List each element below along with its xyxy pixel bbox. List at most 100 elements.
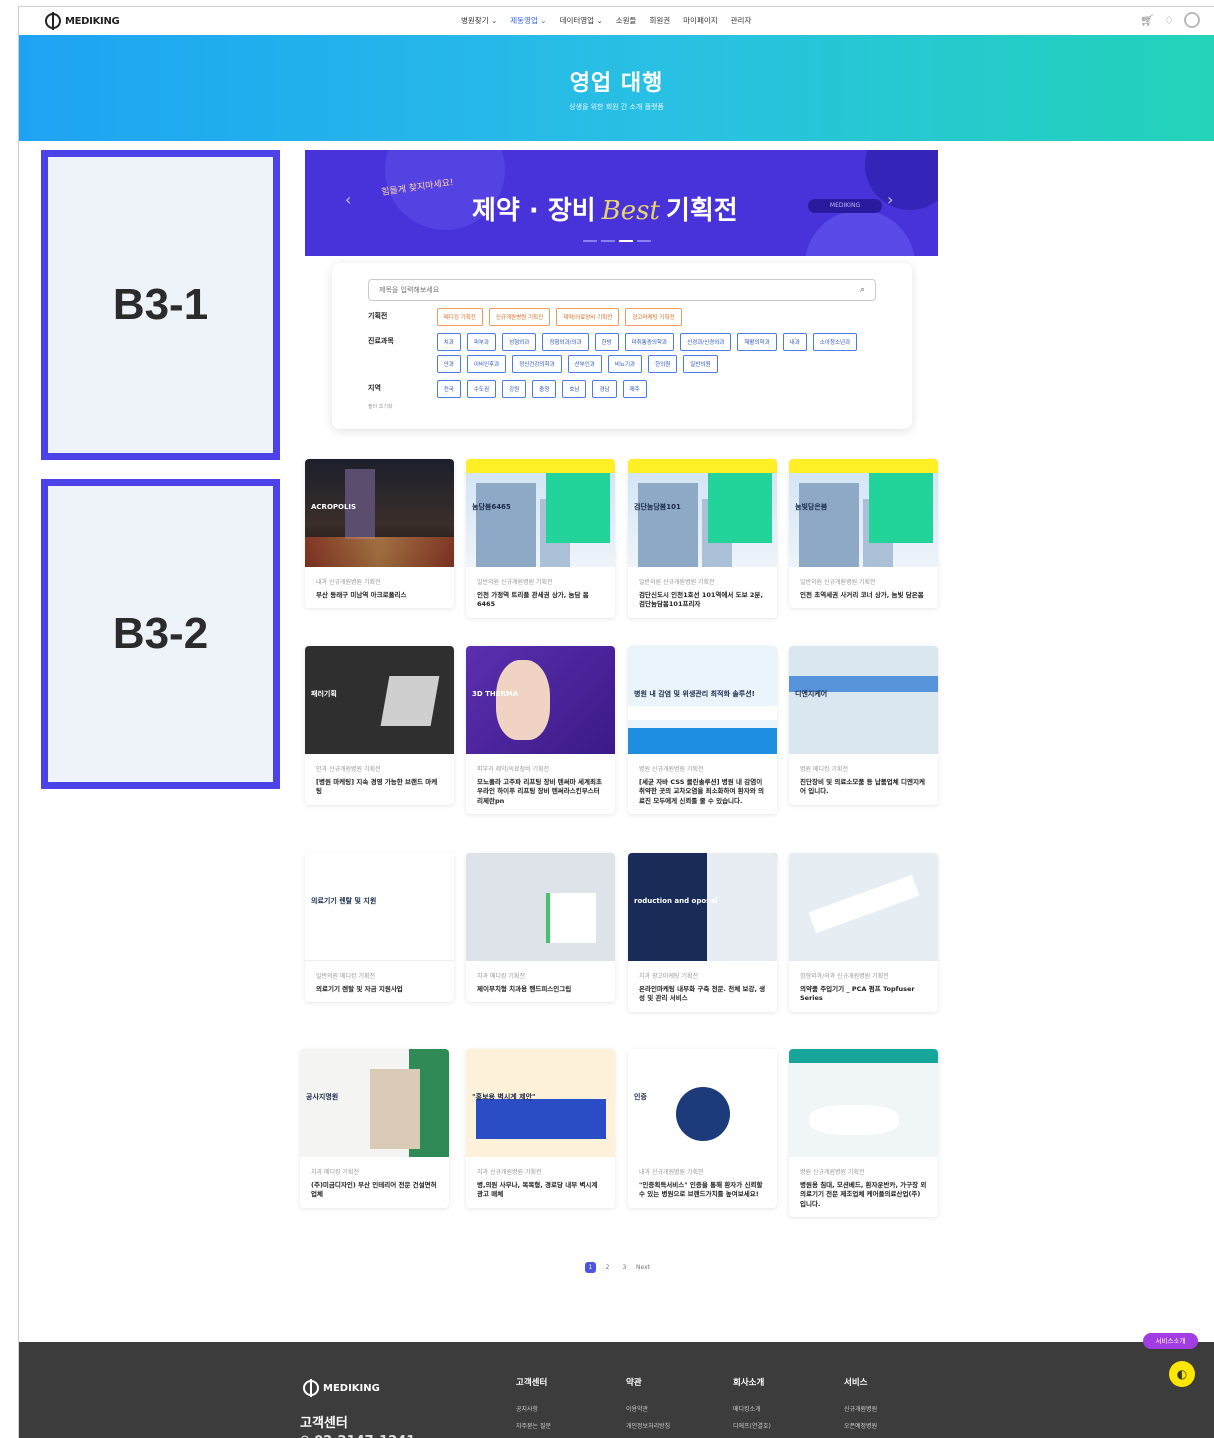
carousel-dots[interactable] bbox=[583, 240, 651, 242]
filter-chip[interactable]: 충청 bbox=[532, 380, 557, 398]
listing-card[interactable]: 정형외과/의과 신규개원병원 기획전 의약품 주입기기 _ PCA 펌프 Topf… bbox=[789, 853, 938, 1012]
filter-chip[interactable]: 재활의학과 bbox=[737, 333, 777, 351]
footer-link[interactable]: 메디킹소개 bbox=[733, 1404, 771, 1413]
footer-column-title: 회사소개 bbox=[733, 1378, 765, 1388]
chat-icon[interactable]: ◐ bbox=[1169, 1361, 1195, 1387]
listing-card[interactable]: "홍보용 벽시계 제안" 치과 신규개원병원 기획전 병,의원 사무나, 복목형, … bbox=[466, 1049, 615, 1208]
listing-card[interactable]: 공사지명원 치과 메디킹 기획전 (주)미금디자인) 부산 인테리어 전문 건설면허… bbox=[300, 1049, 449, 1208]
listing-card[interactable]: roduction and oposal 치과 광고마케팅 기획전 온라인마케팅 내… bbox=[628, 853, 777, 1012]
filter-chip[interactable]: 메디킹 기획전 bbox=[436, 308, 483, 326]
footer-link[interactable]: 이용약관 bbox=[626, 1404, 670, 1413]
listing-card[interactable]: 병원 내 감염 및 위생관리 최적화 솔루션! 병원 신규개원병원 기획전 [세균 … bbox=[628, 646, 777, 815]
listing-card[interactable]: 패러기획 안과 신규개원병원 기획전 [병원 마케팅] 지속 경영 가능한 브랜드 … bbox=[305, 646, 454, 805]
main-menu: 병원찾기 ⌄ 제동영업 ⌄ 데이터영업 ⌄ 소원들 회원권 마이페이지 관리자 bbox=[461, 15, 751, 26]
card-thumbnail: 공사지명원 bbox=[300, 1049, 449, 1157]
card-title: 병,의원 사무나, 복목형, 경로당 내부 벽시계 광고 매체 bbox=[477, 1181, 598, 1199]
filter-chip[interactable]: 강원 bbox=[502, 380, 527, 398]
filter-chip[interactable]: 이비인후과 bbox=[466, 355, 507, 373]
nav-item-3[interactable]: 소원들 bbox=[616, 15, 637, 26]
listing-card[interactable]: 검단눔담봄101 일반의원 신규개원병원 기획전 검단신도시 인천1호선 101역에… bbox=[628, 459, 777, 618]
filter-chip[interactable]: 비뇨기과 bbox=[607, 355, 643, 373]
card-title: 인천 가정역 트리플 관세권 상가, 눔담 봄6465 bbox=[477, 591, 589, 609]
user-icon[interactable] bbox=[1184, 12, 1200, 28]
nav-item-6[interactable]: 관리자 bbox=[731, 15, 752, 26]
logo-icon bbox=[303, 1379, 319, 1397]
card-category: 치과 메디킹 기획전 bbox=[477, 973, 525, 980]
footer-link[interactable]: 개인정보처리방침 bbox=[626, 1421, 670, 1430]
filter-chip[interactable]: 치과 bbox=[436, 333, 461, 351]
filter-chip[interactable]: 신규개원병원 기획전 bbox=[488, 308, 551, 326]
filter-chip[interactable]: 정형외과/의과 bbox=[542, 333, 589, 351]
footer-cs-title: 고객센터 bbox=[300, 1416, 348, 1431]
footer-link[interactable]: 오픈예정병원 bbox=[844, 1421, 877, 1430]
filter-chip[interactable]: 제약/의료장비 기획전 bbox=[556, 308, 620, 326]
logo-icon bbox=[45, 12, 61, 30]
filter-chip[interactable]: 내과 bbox=[782, 333, 807, 351]
cart-icon[interactable]: 🛒︎ bbox=[1140, 14, 1154, 27]
card-category: 일반의원 신규개원병원 기획전 bbox=[639, 579, 715, 586]
service-intro-badge[interactable]: 서비스소개 bbox=[1143, 1333, 1198, 1349]
card-title: [세균 자바 CSS 클린솔루션] 병원 내 감염이 취약한 곳의 교차오염을 … bbox=[639, 778, 764, 805]
listing-card[interactable]: 3D THERMA 피부과 제약/의료장비 기획전 모노폴라 고주파 리프팅 장비 … bbox=[466, 646, 615, 815]
listing-card[interactable]: 인증 내과 신규개원병원 기획전 "인증획득서비스" 인증을 통해 환자가 신뢰할수… bbox=[628, 1049, 777, 1208]
filter-row: 진료과목 치과 피부과 성형외과 정형외과/의과 한방 마취통증의학과 신경과/신경외과 재활의… bbox=[368, 333, 876, 373]
promo-carousel[interactable]: ‹ › 힘들게 찾지마세요! 제약 · 장비 Best 기획전 MEDIKING bbox=[305, 150, 938, 256]
carousel-prev-icon[interactable]: ‹ bbox=[345, 190, 351, 209]
filter-chip[interactable]: 소아청소년과 bbox=[812, 333, 858, 351]
footer-column-title: 약관 bbox=[626, 1378, 642, 1388]
pagination: 1 2 3 Next bbox=[585, 1262, 650, 1273]
logo-text: MEDIKING bbox=[65, 15, 120, 27]
search-box[interactable]: ⌕ bbox=[368, 279, 876, 301]
footer-link[interactable]: 디에프(연결호) bbox=[733, 1421, 771, 1430]
search-icon[interactable]: ⌕ bbox=[860, 285, 865, 295]
page-button[interactable]: 2 bbox=[602, 1262, 613, 1273]
search-input[interactable] bbox=[379, 286, 860, 294]
filter-chip[interactable]: 피부과 bbox=[466, 333, 497, 351]
listing-card[interactable]: 디엔지케어 병원 메디킹 기획전 진단장비 및 의료소모품 등 납품업체 디엔지케어… bbox=[789, 646, 938, 805]
filter-chip[interactable]: 수도권 bbox=[466, 380, 497, 398]
filter-chip[interactable]: 한방 bbox=[594, 333, 619, 351]
filter-chip[interactable]: 호남 bbox=[562, 380, 587, 398]
card-thumbnail: 3D THERMA bbox=[466, 646, 615, 754]
nav-icons: 🛒︎ ♢ bbox=[1140, 12, 1200, 28]
filter-chip[interactable]: 신경과/신경외과 bbox=[680, 333, 732, 351]
nav-item-5[interactable]: 마이페이지 bbox=[683, 15, 718, 26]
site-logo[interactable]: MEDIKING bbox=[45, 12, 120, 30]
listing-card[interactable]: 치과 메디킹 기획전 제이부치형 치과용 핸드피스인그립 bbox=[466, 853, 615, 1003]
page-button[interactable]: 1 bbox=[585, 1262, 596, 1273]
filter-chip[interactable]: 성형외과 bbox=[502, 333, 537, 351]
filter-chip[interactable]: 광고마케팅 기획전 bbox=[625, 308, 682, 326]
card-title: 의료기기 렌탈 및 자금 지원사업 bbox=[316, 985, 403, 993]
nav-item-2[interactable]: 데이터영업 ⌄ bbox=[560, 15, 603, 26]
filter-chip[interactable]: 전국 bbox=[436, 380, 461, 398]
listing-card[interactable]: 눔담봄6465 일반의원 신규개원병원 기획전 인천 가정역 트리플 관세권 상가,… bbox=[466, 459, 615, 618]
filter-chip[interactable]: 안과 bbox=[436, 355, 461, 373]
listing-card[interactable]: 병원 신규개원병원 기획전 병원용 침대, 모션베드, 환자운반카, 가구장 외 … bbox=[789, 1049, 938, 1218]
nav-item-1[interactable]: 제동영업 ⌄ bbox=[510, 15, 546, 26]
reset-filter-link[interactable]: 필터 초기화 bbox=[368, 403, 876, 410]
carousel-next-icon[interactable]: › bbox=[887, 190, 893, 209]
card-thumbnail: 디엔지케어 bbox=[789, 646, 938, 754]
filter-chip[interactable]: 경남 bbox=[592, 380, 617, 398]
nav-item-4[interactable]: 회원권 bbox=[649, 15, 670, 26]
listing-card[interactable]: 의료기기 렌탈 및 지원 일반의원 메디킹 기획전 의료기기 렌탈 및 자금 지원사… bbox=[305, 853, 454, 1003]
nav-item-0[interactable]: 병원찾기 ⌄ bbox=[461, 15, 497, 26]
top-nav: MEDIKING 병원찾기 ⌄ 제동영업 ⌄ 데이터영업 ⌄ 소원들 회원권 마이페이지 관… bbox=[19, 7, 1214, 35]
next-page-button[interactable]: Next bbox=[636, 1262, 650, 1273]
filter-chip[interactable]: 일반의원 bbox=[683, 355, 718, 373]
thumbnail-caption: "홍보용 벽시계 제안" bbox=[472, 1093, 536, 1101]
page-button[interactable]: 3 bbox=[619, 1262, 630, 1273]
listing-card[interactable]: 눔빛담은봄 일반의원 신규개원병원 기획전 인천 초역세권 사거리 코너 상가, 눔… bbox=[789, 459, 938, 609]
filter-chip[interactable]: 산부인과 bbox=[567, 355, 602, 373]
filter-chip[interactable]: 정신건강의학과 bbox=[512, 355, 562, 373]
bell-icon[interactable]: ♢ bbox=[1164, 14, 1174, 27]
placeholder-b3-2: B3-2 bbox=[41, 479, 280, 789]
footer-link[interactable]: 자주묻는 질문 bbox=[516, 1421, 551, 1430]
hero-banner: 영업 대행 상생을 위한 회원 간 소개 플랫폼 bbox=[19, 35, 1214, 141]
filter-chip[interactable]: 마취통증의학과 bbox=[624, 333, 675, 351]
filter-chip[interactable]: 제주 bbox=[622, 380, 647, 398]
footer-link[interactable]: 공지사항 bbox=[516, 1404, 551, 1413]
listing-card[interactable]: ACROPOLIS 내과 신규개원병원 기획전 부산 동래구 미남역 아크로폴리스 bbox=[305, 459, 454, 609]
filter-chip[interactable]: 한의원 bbox=[648, 355, 678, 373]
footer-link[interactable]: 신규개원병원 bbox=[844, 1404, 877, 1413]
